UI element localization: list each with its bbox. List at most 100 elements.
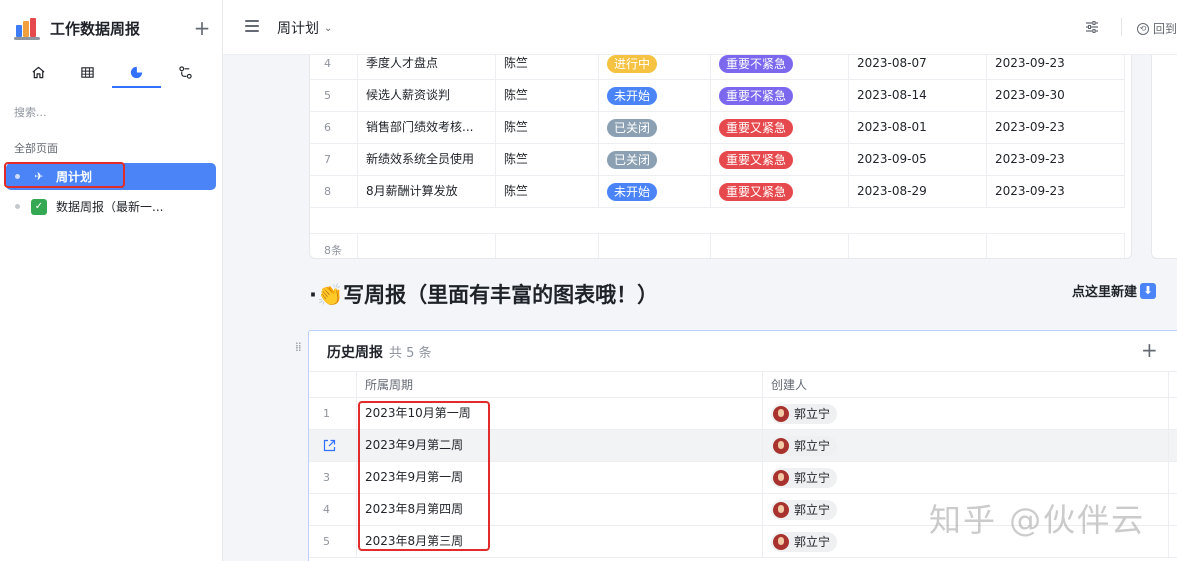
bullet-dot (15, 204, 20, 209)
creator-name: 郭立宁 (794, 470, 831, 485)
user-chip[interactable]: 郭立宁 (771, 499, 838, 520)
creator-name: 郭立宁 (794, 438, 831, 453)
user-chip[interactable]: 郭立宁 (771, 435, 838, 456)
avatar (773, 501, 789, 518)
priority-tag: 重要又紧急 (719, 150, 794, 169)
plan-cell-num[interactable]: 4 (310, 55, 358, 79)
creator-cell[interactable]: 郭立宁 (763, 430, 1169, 461)
plan-cell-task[interactable]: 新绩效系统全员使用 (358, 144, 496, 175)
row-number[interactable]: 5 (309, 526, 357, 557)
sidebar-tabs (14, 58, 210, 88)
plan-cell-owner[interactable]: 陈竺 (496, 144, 599, 175)
plan-table-footer: 8条 (310, 234, 1125, 258)
plan-cell-priority[interactable]: 重要不紧急 (711, 55, 849, 79)
row-number[interactable]: 3 (309, 462, 357, 493)
arrow-down-icon: ⬇ (1140, 282, 1157, 299)
plan-cell-owner[interactable]: 陈竺 (496, 55, 599, 79)
search-input[interactable]: 搜索... (14, 104, 47, 120)
side-widget-card (1151, 55, 1177, 259)
plan-cell-start[interactable]: 2023-08-07 (849, 55, 987, 79)
plan-cell-num[interactable]: 6 (310, 112, 358, 143)
plan-cell-start[interactable]: 2023-08-29 (849, 176, 987, 207)
table-tab[interactable] (63, 58, 112, 86)
plan-cell-priority[interactable]: 重要又紧急 (711, 112, 849, 143)
sidebar: 工作数据周报 + 搜索... 全部页面 ✈ 周计划 ✓ 数据周报（最新一... (0, 0, 223, 561)
plan-cell-status[interactable]: 未开始 (599, 176, 711, 207)
user-chip[interactable]: 郭立宁 (771, 467, 838, 488)
plan-cell-owner[interactable]: 陈竺 (496, 80, 599, 111)
add-record-button[interactable]: + (1141, 338, 1158, 362)
plan-cell-start[interactable]: 2023-08-01 (849, 112, 987, 143)
flow-tab[interactable] (161, 58, 210, 86)
priority-tag: 重要不紧急 (719, 55, 794, 73)
plan-cell-num[interactable]: 8 (310, 176, 358, 207)
plan-cell-status[interactable]: 已关闭 (599, 144, 711, 175)
plan-table-row[interactable]: 5 候选人薪资谈判 陈竺 未开始 重要不紧急 2023-08-14 2023-09-30 (310, 80, 1125, 112)
column-header-period[interactable]: 所属周期 (357, 372, 763, 397)
sidebar-item-label: 数据周报（最新一... (56, 200, 164, 214)
footer-cell (987, 234, 1125, 258)
plan-cell-start[interactable]: 2023-09-05 (849, 144, 987, 175)
dashboard-tab[interactable] (112, 58, 161, 88)
plan-cell-start[interactable]: 2023-08-14 (849, 80, 987, 111)
plan-cell-task[interactable]: 8月薪酬计算发放 (358, 176, 496, 207)
watermark: 知乎 @伙伴云 (929, 501, 1146, 539)
page-title-dropdown[interactable]: 周计划 ⌄ (277, 18, 332, 38)
new-report-link[interactable]: 点这里新建 ⬇ (1072, 281, 1157, 300)
plan-cell-priority[interactable]: 重要又紧急 (711, 144, 849, 175)
status-tag: 已关闭 (607, 150, 658, 169)
avatar (773, 469, 789, 486)
chevron-down-icon: ⌄ (324, 22, 333, 34)
column-header-creator[interactable]: 创建人 (763, 372, 1169, 397)
flow-icon (179, 65, 192, 79)
dashboard-icon (130, 66, 143, 78)
open-record-icon[interactable] (323, 439, 336, 452)
creator-cell[interactable]: 郭立宁 (763, 462, 1169, 493)
status-tag: 未开始 (607, 182, 658, 201)
plan-cell-priority[interactable]: 重要不紧急 (711, 80, 849, 111)
row-number[interactable]: 1 (309, 398, 357, 429)
user-chip[interactable]: 郭立宁 (771, 531, 838, 552)
history-title: 历史周报共 5 条 (327, 342, 432, 362)
priority-tag: 重要又紧急 (719, 118, 794, 137)
plan-table-row[interactable]: 7 新绩效系统全员使用 陈竺 已关闭 重要又紧急 2023-09-05 2023-09-23 (310, 144, 1125, 176)
plan-table-row[interactable]: 6 销售部门绩效考核... 陈竺 已关闭 重要又紧急 2023-08-01 2023-09-… (310, 112, 1125, 144)
plan-cell-status[interactable]: 未开始 (599, 80, 711, 111)
avatar (773, 437, 789, 454)
highlight-box (4, 162, 125, 188)
plan-cell-end[interactable]: 2023-09-23 (987, 55, 1125, 79)
plan-cell-status[interactable]: 进行中 (599, 55, 711, 79)
menu-icon[interactable] (245, 20, 259, 32)
add-page-button[interactable]: + (192, 18, 212, 38)
plan-cell-end[interactable]: 2023-09-23 (987, 176, 1125, 207)
home-tab[interactable] (14, 58, 63, 86)
plan-cell-num[interactable]: 5 (310, 80, 358, 111)
plan-table-row[interactable]: 8 8月薪酬计算发放 陈竺 未开始 重要又紧急 2023-08-29 2023-09-23 (310, 176, 1125, 208)
plan-cell-owner[interactable]: 陈竺 (496, 176, 599, 207)
creator-cell[interactable]: 郭立宁 (763, 398, 1169, 429)
return-label: 回到 (1153, 22, 1177, 36)
plan-cell-owner[interactable]: 陈竺 (496, 112, 599, 143)
row-num-header (309, 372, 357, 397)
plan-cell-end[interactable]: 2023-09-23 (987, 112, 1125, 143)
open-record-cell[interactable] (309, 430, 357, 461)
plan-cell-priority[interactable]: 重要又紧急 (711, 176, 849, 207)
table-icon (81, 66, 94, 78)
user-chip[interactable]: 郭立宁 (771, 403, 838, 424)
plan-cell-status[interactable]: 已关闭 (599, 112, 711, 143)
drag-handle-icon[interactable]: ⁞⁞ (295, 341, 302, 353)
plan-cell-task[interactable]: 季度人才盘点 (358, 55, 496, 79)
plan-table-card: 4 季度人才盘点 陈竺 进行中 重要不紧急 2023-08-07 2023-09-23 5 候选… (309, 55, 1132, 259)
row-number[interactable]: 4 (309, 494, 357, 525)
plan-table-row[interactable]: 4 季度人才盘点 陈竺 进行中 重要不紧急 2023-08-07 2023-09-23 (310, 55, 1125, 80)
plan-cell-task[interactable]: 候选人薪资谈判 (358, 80, 496, 111)
plan-cell-end[interactable]: 2023-09-30 (987, 80, 1125, 111)
footer-cell (849, 234, 987, 258)
plan-cell-task[interactable]: 销售部门绩效考核... (358, 112, 496, 143)
plan-cell-end[interactable]: 2023-09-23 (987, 144, 1125, 175)
empty-row[interactable] (310, 208, 1125, 234)
settings-sliders-icon[interactable] (1085, 20, 1099, 34)
sidebar-item-data-report[interactable]: ✓ 数据周报（最新一... (6, 193, 216, 220)
plan-cell-num[interactable]: 7 (310, 144, 358, 175)
return-button[interactable]: ⟲ 回到 (1137, 20, 1177, 37)
